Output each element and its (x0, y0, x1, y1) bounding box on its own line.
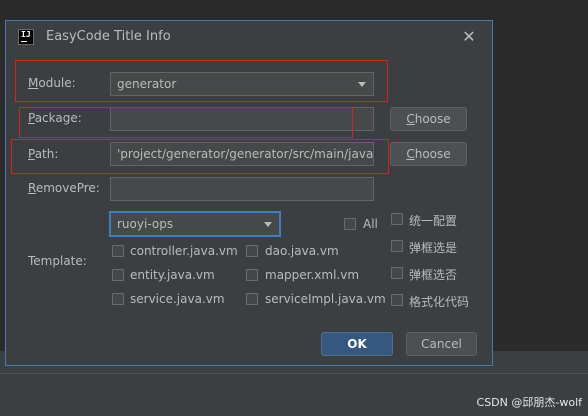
ok-button[interactable]: OK (321, 332, 393, 356)
option-checkbox-dialog-no[interactable] (391, 267, 403, 279)
all-label: All (363, 217, 378, 231)
module-select[interactable]: generator (110, 72, 374, 96)
template-label-entity: entity.java.vm (130, 268, 215, 282)
package-choose-button[interactable]: Choose (390, 107, 467, 131)
option-label-unified-config: 统一配置 (409, 214, 458, 228)
option-checkbox-dialog-yes[interactable] (391, 240, 403, 252)
all-checkbox[interactable] (344, 218, 356, 230)
close-icon[interactable]: ✕ (459, 27, 479, 47)
template-checkbox-mapper[interactable] (246, 269, 258, 281)
template-label-service: service.java.vm (130, 292, 225, 306)
template-checkbox-entity[interactable] (112, 269, 124, 281)
template-checkbox-serviceimpl[interactable] (246, 293, 258, 305)
option-checkbox-unified-config[interactable] (391, 213, 403, 225)
dialog-title: EasyCode Title Info (46, 29, 171, 44)
template-group-value: ruoyi-ops (117, 217, 174, 231)
template-label-serviceimpl: serviceImpl.java.vm (265, 292, 386, 306)
template-label-mapper: mapper.xml.vm (265, 268, 360, 282)
template-checkbox-dao[interactable] (246, 245, 258, 257)
module-label: Module: (28, 76, 76, 90)
chevron-down-icon (358, 82, 366, 87)
module-select-value: generator (117, 77, 177, 91)
easycode-dialog: IJ EasyCode Title Info ✕ Module: generat… (5, 20, 493, 366)
title-bar: IJ EasyCode Title Info ✕ (6, 21, 492, 53)
option-label-dialog-no: 弹框选否 (409, 268, 458, 282)
package-input[interactable] (110, 107, 374, 131)
template-checkbox-controller[interactable] (112, 245, 124, 257)
path-choose-button[interactable]: Choose (390, 142, 467, 166)
package-label: Package: (28, 111, 82, 125)
option-checkbox-format-code[interactable] (391, 294, 403, 306)
option-label-format-code: 格式化代码 (409, 295, 470, 309)
template-group-select[interactable]: ruoyi-ops (110, 212, 280, 236)
template-label-controller: controller.java.vm (130, 244, 238, 258)
path-label: Path: (28, 147, 59, 161)
option-label-dialog-yes: 弹框选是 (409, 241, 458, 255)
template-label-dao: dao.java.vm (265, 244, 339, 258)
divider (0, 373, 588, 374)
path-input[interactable]: 'project/generator/generator/src/main/ja… (110, 142, 374, 166)
removepre-label: RemovePre: (28, 181, 100, 195)
template-checkbox-service[interactable] (112, 293, 124, 305)
watermark: CSDN @邱朋杰-wolf (476, 396, 582, 409)
removepre-input[interactable] (110, 177, 374, 201)
intellij-app-icon: IJ (18, 29, 34, 45)
cancel-button[interactable]: Cancel (406, 332, 477, 356)
chevron-down-icon (264, 222, 272, 227)
template-label: Template: (28, 254, 87, 268)
